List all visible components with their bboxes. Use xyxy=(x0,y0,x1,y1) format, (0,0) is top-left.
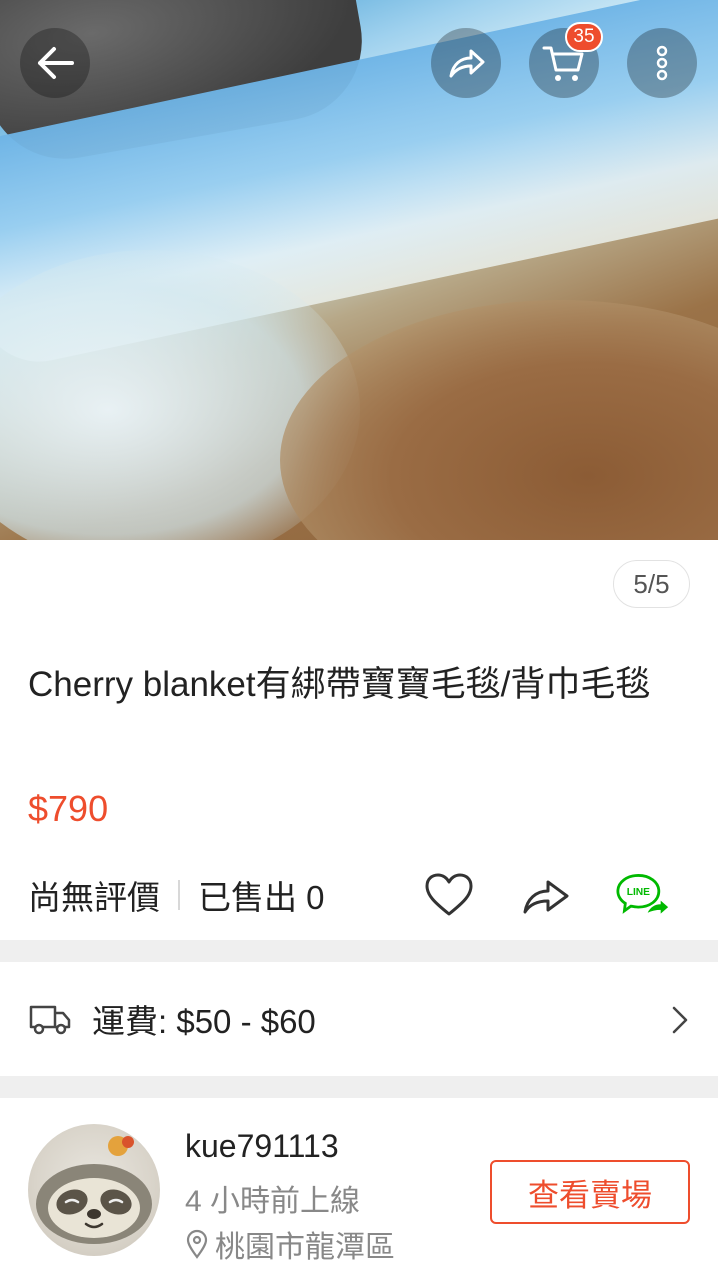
image-counter: 5/5 xyxy=(613,560,690,608)
back-button[interactable] xyxy=(20,28,90,98)
share-icon xyxy=(449,49,485,78)
truck-icon xyxy=(29,1005,71,1035)
seller-section: kue791113 4 小時前上線 桃園市龍潭區 查看賣場 xyxy=(0,1098,718,1280)
arrow-left-icon xyxy=(38,47,74,79)
sloth-avatar-icon xyxy=(36,1136,152,1244)
share-button[interactable] xyxy=(519,868,573,922)
svg-text:LINE: LINE xyxy=(627,887,650,898)
more-vertical-icon xyxy=(656,45,668,81)
like-button[interactable] xyxy=(422,868,476,922)
view-shop-button[interactable]: 查看賣場 xyxy=(490,1160,690,1224)
seller-location: 桃園市龍潭區 xyxy=(185,1222,395,1266)
shipping-fee: 運費: $50 - $60 xyxy=(92,1003,316,1040)
seller-avatar[interactable] xyxy=(28,1124,160,1256)
share-top-button[interactable] xyxy=(431,28,501,98)
seller-name[interactable]: kue791113 xyxy=(185,1128,339,1165)
chevron-right-icon xyxy=(672,1006,688,1034)
seller-online-status: 4 小時前上線 xyxy=(185,1185,361,1218)
product-stats: 尚無評價 已售出 0 xyxy=(28,870,325,920)
cart-button[interactable]: 35 xyxy=(529,22,603,98)
rating-text: 尚無評價 xyxy=(28,879,160,916)
image-fabric-brown xyxy=(280,300,718,540)
location-pin-icon xyxy=(186,1229,208,1259)
heart-icon xyxy=(425,873,473,916)
section-divider xyxy=(0,1076,718,1098)
section-divider xyxy=(0,940,718,962)
more-button[interactable] xyxy=(627,28,697,98)
shipping-row[interactable]: 運費: $50 - $60 xyxy=(0,962,718,1076)
line-share-icon: LINE xyxy=(616,874,669,914)
sold-count: 已售出 0 xyxy=(198,879,325,916)
stats-divider xyxy=(178,880,180,910)
product-title: Cherry blanket有綁帶寶寶毛毯/背巾毛毯 xyxy=(28,665,651,704)
product-image[interactable] xyxy=(0,0,718,540)
cart-count-badge: 35 xyxy=(565,22,603,52)
product-price: $790 xyxy=(28,788,109,829)
share-icon xyxy=(523,880,569,914)
line-share-button[interactable]: LINE xyxy=(616,868,670,922)
seller-location-text: 桃園市龍潭區 xyxy=(215,1231,395,1264)
